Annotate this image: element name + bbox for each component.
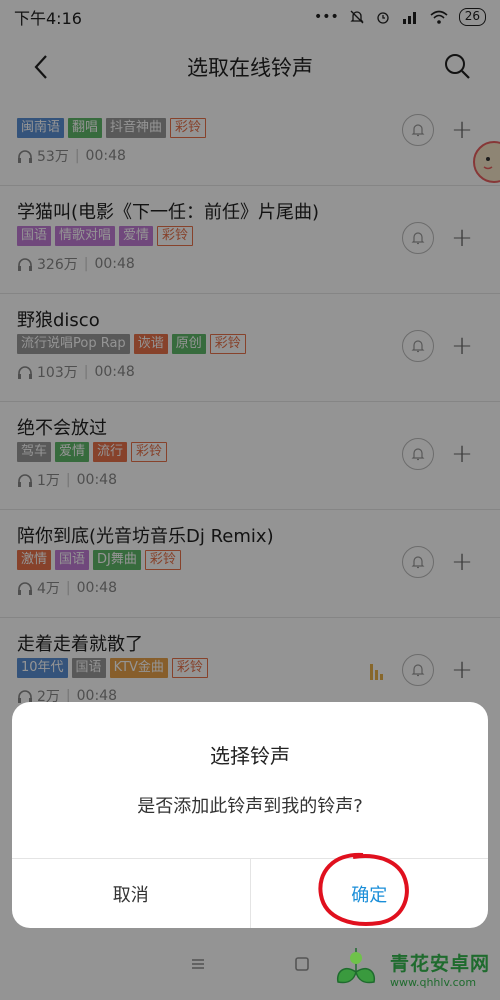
red-annotation-circle (317, 852, 409, 926)
menu-key[interactable] (186, 952, 210, 976)
watermark-url: www.qhhlv.com (389, 976, 477, 989)
dialog-title: 选择铃声 (210, 744, 290, 768)
dialog-actions: 取消 确定 (12, 852, 489, 928)
cancel-label: 取消 (112, 884, 149, 906)
dialog-message: 是否添加此铃声到我的铃声? (137, 796, 363, 817)
watermark: 青花安卓网 www.qhhlv.com (328, 944, 490, 994)
confirm-button[interactable]: 确定 (251, 852, 489, 928)
home-key[interactable] (290, 952, 314, 976)
select-ringtone-dialog: 选择铃声 是否添加此铃声到我的铃声? 取消 确定 (12, 702, 488, 928)
menu-icon (192, 959, 204, 969)
cancel-button[interactable]: 取消 (12, 859, 251, 928)
home-square-icon (295, 957, 309, 971)
watermark-logo-icon (336, 948, 376, 984)
watermark-title: 青花安卓网 (389, 953, 490, 975)
